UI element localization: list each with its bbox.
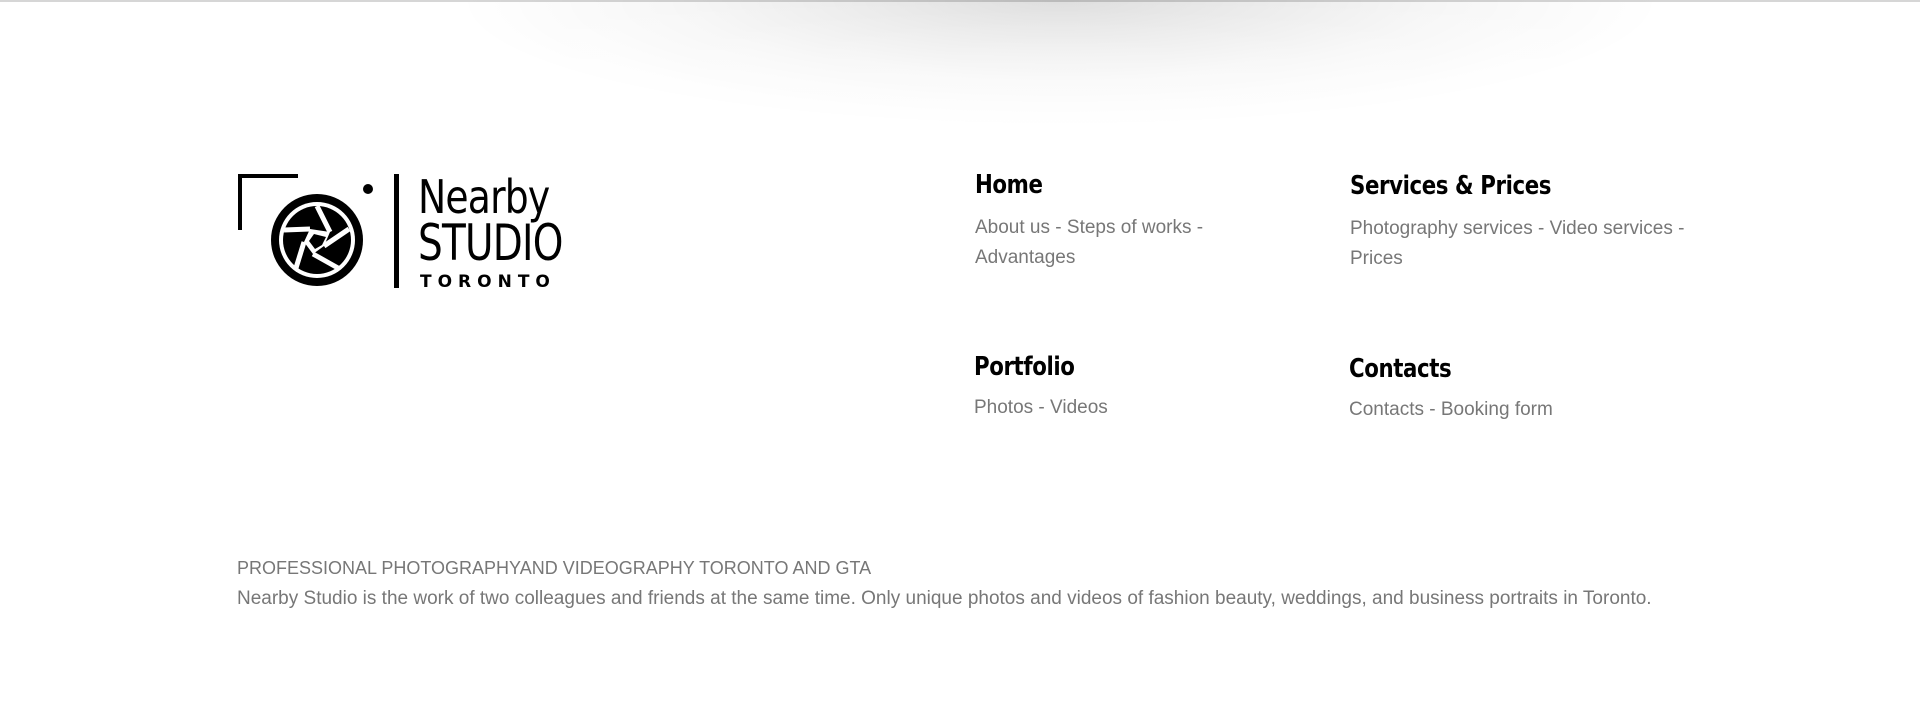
- link-separator: -: [1672, 218, 1685, 239]
- link-contacts[interactable]: Contacts: [1349, 399, 1424, 420]
- link-separator: -: [1532, 218, 1550, 239]
- link-photos[interactable]: Photos: [974, 397, 1033, 418]
- link-separator: -: [1050, 217, 1067, 238]
- logo-text-studio: STUDIO: [418, 214, 563, 272]
- logo-text-toronto: TORONTO: [420, 272, 556, 292]
- nav-links-services: Photography services - Video services - …: [1350, 214, 1710, 274]
- footer-description: Nearby Studio is the work of two colleag…: [237, 588, 1652, 609]
- shadow-fade-decoration: [430, 0, 1690, 175]
- footer-tagline: PROFESSIONAL PHOTOGRAPHYAND VIDEOGRAPHY …: [237, 558, 872, 578]
- link-separator: -: [1191, 217, 1204, 238]
- link-photography-services[interactable]: Photography services: [1350, 218, 1533, 239]
- link-separator: -: [1033, 397, 1051, 418]
- nav-links-portfolio: Photos - Videos: [974, 393, 1274, 423]
- nav-title-contacts[interactable]: Contacts: [1349, 353, 1628, 385]
- brand-logo[interactable]: Nearby STUDIO TORONTO: [238, 170, 568, 294]
- nav-title-home[interactable]: Home: [975, 169, 1196, 201]
- camera-aperture-icon: [238, 174, 399, 288]
- link-videos[interactable]: Videos: [1050, 397, 1108, 418]
- link-booking-form[interactable]: Booking form: [1441, 399, 1553, 420]
- link-separator: -: [1423, 399, 1441, 420]
- nav-section-home: Home About us - Steps of works - Advanta…: [975, 169, 1245, 273]
- nav-title-portfolio[interactable]: Portfolio: [974, 351, 1220, 383]
- footer-page: Nearby STUDIO TORONTO Home About us - St…: [0, 0, 1920, 701]
- nav-title-services[interactable]: Services & Prices: [1350, 170, 1645, 202]
- link-advantages[interactable]: Advantages: [975, 247, 1075, 268]
- nav-links-home: About us - Steps of works - Advantages: [975, 213, 1245, 273]
- link-steps-of-works[interactable]: Steps of works: [1067, 217, 1192, 238]
- nav-links-contacts: Contacts - Booking form: [1349, 395, 1689, 425]
- link-prices[interactable]: Prices: [1350, 248, 1403, 269]
- nav-section-contacts: Contacts Contacts - Booking form: [1349, 353, 1689, 425]
- link-video-services[interactable]: Video services: [1550, 218, 1673, 239]
- nav-section-portfolio: Portfolio Photos - Videos: [974, 351, 1274, 423]
- nav-section-services: Services & Prices Photography services -…: [1350, 170, 1710, 274]
- link-about-us[interactable]: About us: [975, 217, 1050, 238]
